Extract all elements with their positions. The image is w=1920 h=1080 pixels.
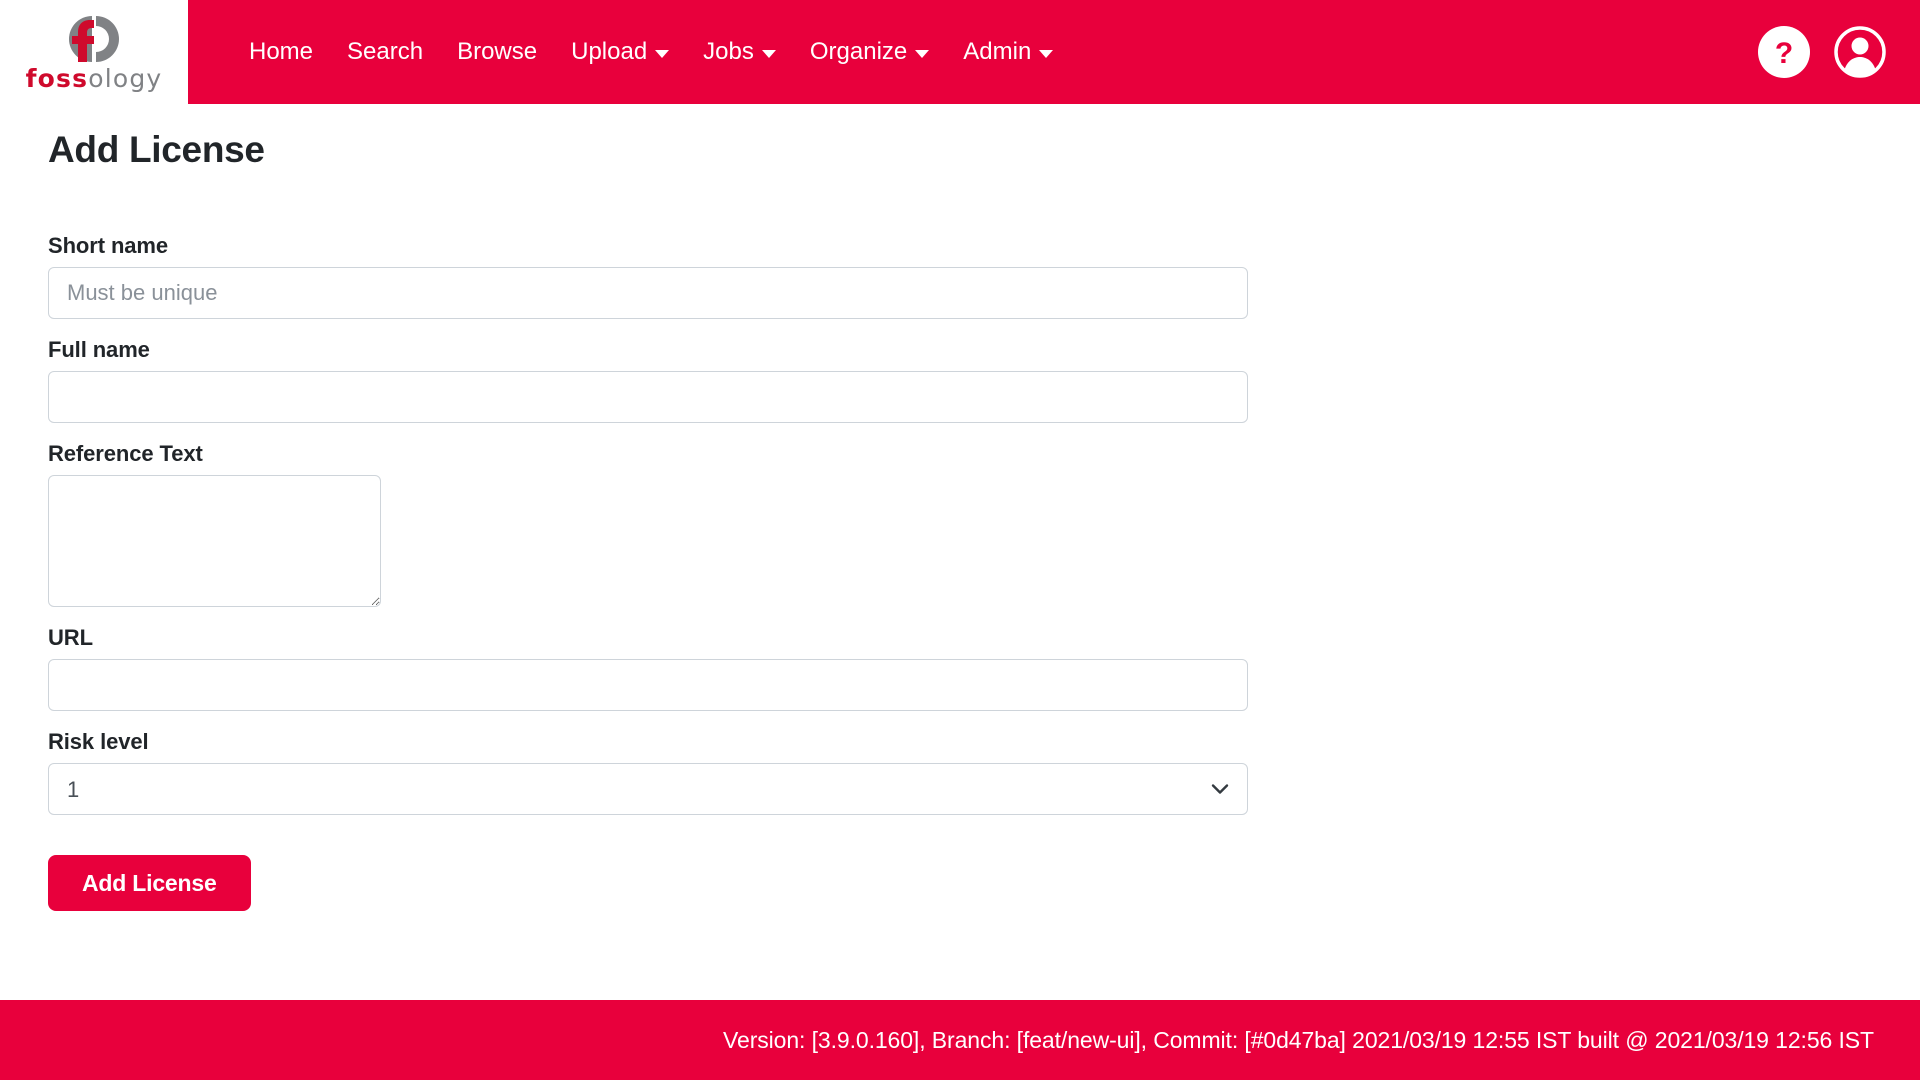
field-risk-level: Risk level 12345 (48, 729, 1248, 815)
page-footer: Version: [3.9.0.160], Branch: [feat/new-… (0, 1000, 1920, 1080)
short-name-input[interactable] (48, 267, 1248, 319)
reference-text-textarea[interactable] (48, 475, 381, 607)
brand-wordmark: fossology (26, 66, 163, 91)
nav-item-label: Organize (809, 37, 908, 65)
nav-item-upload[interactable]: Upload (554, 32, 686, 73)
navbar-actions: ? (1758, 0, 1886, 104)
nav-item-label: Jobs (703, 37, 754, 65)
chevron-down-icon (1039, 49, 1054, 58)
url-label: URL (48, 625, 93, 650)
brand-wordmark-red: foss (25, 63, 89, 93)
page-title: Add License (48, 129, 265, 170)
svg-text:?: ? (1775, 37, 1793, 70)
nav-item-search[interactable]: Search (330, 32, 440, 73)
url-input[interactable] (48, 659, 1248, 711)
help-question-icon[interactable]: ? (1758, 26, 1810, 78)
nav-item-label: Admin (963, 37, 1032, 65)
field-full-name: Full name (48, 337, 1248, 423)
field-reference-text: Reference Text (48, 441, 1248, 607)
short-name-label: Short name (48, 233, 169, 258)
full-name-input[interactable] (48, 371, 1248, 423)
reference-text-label: Reference Text (48, 441, 203, 466)
chevron-down-icon (655, 49, 670, 58)
nav-links: Home Search Browse Upload Jobs Organize … (232, 32, 1070, 73)
user-avatar-icon[interactable] (1834, 26, 1886, 78)
fossology-logo-icon (62, 14, 126, 64)
nav-item-browse[interactable]: Browse (440, 32, 554, 73)
field-short-name: Short name (48, 233, 1248, 319)
field-url: URL (48, 625, 1248, 711)
main-content: Add License Short name Full name Referen… (0, 129, 1920, 911)
add-license-form: Short name Full name Reference Text URL … (48, 233, 1248, 911)
risk-level-label: Risk level (48, 729, 149, 754)
full-name-label: Full name (48, 337, 150, 362)
nav-item-label: Search (347, 37, 424, 65)
brand-wordmark-grey: ology (88, 63, 163, 93)
submit-row: Add License (48, 855, 1248, 911)
nav-item-label: Browse (457, 37, 538, 65)
nav-item-admin[interactable]: Admin (946, 32, 1070, 73)
nav-item-label: Home (249, 37, 314, 65)
brand-logo[interactable]: fossology (0, 0, 188, 104)
add-license-button[interactable]: Add License (48, 855, 251, 911)
risk-level-select-wrap: 12345 (48, 763, 1248, 815)
nav-item-label: Upload (571, 37, 648, 65)
risk-level-select[interactable]: 12345 (48, 763, 1248, 815)
nav-item-jobs[interactable]: Jobs (686, 32, 793, 73)
top-navbar: fossology Home Search Browse Upload Jobs… (0, 0, 1920, 104)
nav-item-home[interactable]: Home (232, 32, 330, 73)
footer-version-text: Version: [3.9.0.160], Branch: [feat/new-… (723, 1026, 1874, 1053)
nav-item-organize[interactable]: Organize (793, 32, 946, 73)
chevron-down-icon (915, 49, 930, 58)
chevron-down-icon (761, 49, 776, 58)
